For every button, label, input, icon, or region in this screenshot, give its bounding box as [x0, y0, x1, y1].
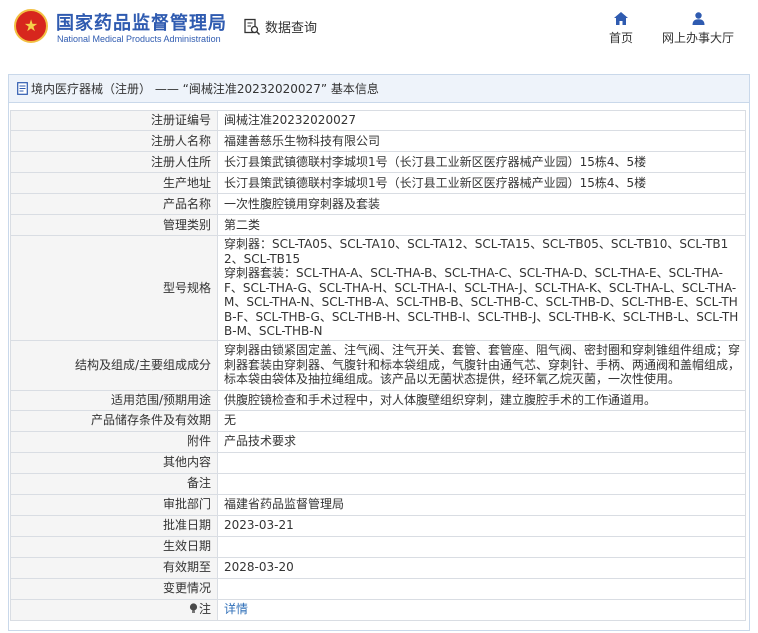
row-label: 注册人名称	[10, 130, 218, 152]
panel-header: 境内医疗器械（注册） —— “闽械注准20232020027” 基本信息	[9, 75, 749, 103]
note-label: 注	[198, 602, 211, 617]
table-row: 注 详情	[10, 598, 746, 621]
table-row: 其他内容	[10, 451, 746, 474]
data-query-label: 数据查询	[265, 21, 318, 36]
row-value: 2023-03-21	[217, 514, 746, 537]
table-row: 适用范围/预期用途 供腹腔镜检查和手术过程中，对人体腹壁组织穿刺，建立腹腔手术的…	[10, 389, 746, 411]
row-value: 供腹腔镜检查和手术过程中，对人体腹壁组织穿刺，建立腹腔手术的工作通道用。	[217, 389, 746, 411]
table-row: 有效期至 2028-03-20	[10, 556, 746, 579]
org-name-en[interactable]: National Medical Products Administration	[57, 34, 221, 44]
row-value	[217, 577, 746, 600]
row-label: 其他内容	[10, 451, 218, 474]
table-row: 变更情况	[10, 577, 746, 600]
table-row: 审批部门 福建省药品监督管理局	[10, 493, 746, 516]
home-icon	[614, 12, 628, 25]
row-value: 穿刺器由锁紧固定盖、注气阀、注气开关、套管、套管座、阻气阀、密封圈和穿刺锥组件组…	[217, 339, 746, 391]
nav-service-hall[interactable]: 网上办事大厅	[656, 12, 740, 46]
row-label: 管理类别	[10, 214, 218, 236]
row-label: 产品储存条件及有效期	[10, 409, 218, 432]
nav-home[interactable]: 首页	[604, 12, 638, 46]
model-spec-line: 穿刺器：SCL-TA05、SCL-TA10、SCL-TA12、SCL-TA15、…	[224, 237, 729, 266]
row-value: 福建省药品监督管理局	[217, 493, 746, 516]
row-label: 附件	[10, 430, 218, 453]
table-row: 注册人住所 长汀县策武镇德联村李城坝1号（长汀县工业新区医疗器械产业园）15栋4…	[10, 151, 746, 173]
table-row: 备注	[10, 472, 746, 495]
row-label: 注	[10, 598, 218, 621]
table-row: 注册人名称 福建善慈乐生物科技有限公司	[10, 130, 746, 152]
table-row: 型号规格 穿刺器：SCL-TA05、SCL-TA10、SCL-TA12、SCL-…	[10, 235, 746, 341]
row-label: 产品名称	[10, 193, 218, 215]
row-value: 无	[217, 409, 746, 432]
site-header: ★ 国家药品监督管理局 National Medical Products Ad…	[0, 0, 758, 62]
row-value: 产品技术要求	[217, 430, 746, 453]
row-value: 长汀县策武镇德联村李城坝1号（长汀县工业新区医疗器械产业园）15栋4、5楼	[217, 172, 746, 194]
row-value: 2028-03-20	[217, 556, 746, 579]
row-value	[217, 472, 746, 495]
data-query-link[interactable]: 数据查询	[243, 17, 317, 36]
document-search-icon	[244, 18, 261, 35]
nav-service-hall-label: 网上办事大厅	[661, 31, 734, 45]
basic-info-panel: 境内医疗器械（注册） —— “闽械注准20232020027” 基本信息 注册证…	[8, 74, 750, 631]
row-label: 批准日期	[10, 514, 218, 537]
row-label: 适用范围/预期用途	[10, 389, 218, 411]
panel-title: 境内医疗器械（注册） —— “闽械注准20232020027” 基本信息	[31, 82, 379, 96]
org-name-cn[interactable]: 国家药品监督管理局	[56, 9, 227, 35]
table-row: 注册证编号 闽械注准20232020027	[10, 110, 746, 131]
table-row: 生效日期	[10, 535, 746, 558]
table-row: 生产地址 长汀县策武镇德联村李城坝1号（长汀县工业新区医疗器械产业园）15栋4、…	[10, 172, 746, 194]
row-label: 结构及组成/主要组成成分	[10, 339, 218, 391]
user-icon	[692, 12, 704, 25]
row-label: 有效期至	[10, 556, 218, 579]
row-label: 变更情况	[10, 577, 218, 600]
national-emblem-icon: ★	[14, 9, 48, 43]
table-row: 产品名称 一次性腹腔镜用穿刺器及套装	[10, 193, 746, 215]
row-value: 福建善慈乐生物科技有限公司	[217, 130, 746, 152]
row-value: 穿刺器：SCL-TA05、SCL-TA10、SCL-TA12、SCL-TA15、…	[217, 235, 746, 341]
row-label: 注册证编号	[10, 110, 218, 131]
row-value: 闽械注准20232020027	[217, 110, 746, 131]
row-value	[217, 451, 746, 474]
table-row: 管理类别 第二类	[10, 214, 746, 236]
document-icon	[17, 82, 28, 95]
details-link[interactable]: 详情	[224, 602, 248, 616]
row-value: 长汀县策武镇德联村李城坝1号（长汀县工业新区医疗器械产业园）15栋4、5楼	[217, 151, 746, 173]
table-row: 结构及组成/主要组成成分 穿刺器由锁紧固定盖、注气阀、注气开关、套管、套管座、阻…	[10, 339, 746, 391]
table-row: 附件 产品技术要求	[10, 430, 746, 453]
row-value: 详情	[217, 598, 746, 621]
row-value	[217, 535, 746, 558]
row-value: 一次性腹腔镜用穿刺器及套装	[217, 193, 746, 215]
row-label: 生效日期	[10, 535, 218, 558]
row-label: 型号规格	[10, 235, 218, 341]
row-label: 注册人住所	[10, 151, 218, 173]
model-spec-line: 穿刺器套装：SCL-THA-A、SCL-THA-B、SCL-THA-C、SCL-…	[224, 266, 739, 338]
nav-home-label: 首页	[608, 31, 633, 45]
row-label: 生产地址	[10, 172, 218, 194]
row-value: 第二类	[217, 214, 746, 236]
row-label: 备注	[10, 472, 218, 495]
table-row: 批准日期 2023-03-21	[10, 514, 746, 537]
lightbulb-icon	[189, 603, 198, 614]
registration-info-table: 注册证编号 闽械注准20232020027 注册人名称 福建善慈乐生物科技有限公…	[10, 110, 746, 621]
table-row: 产品储存条件及有效期 无	[10, 409, 746, 432]
row-label: 审批部门	[10, 493, 218, 516]
